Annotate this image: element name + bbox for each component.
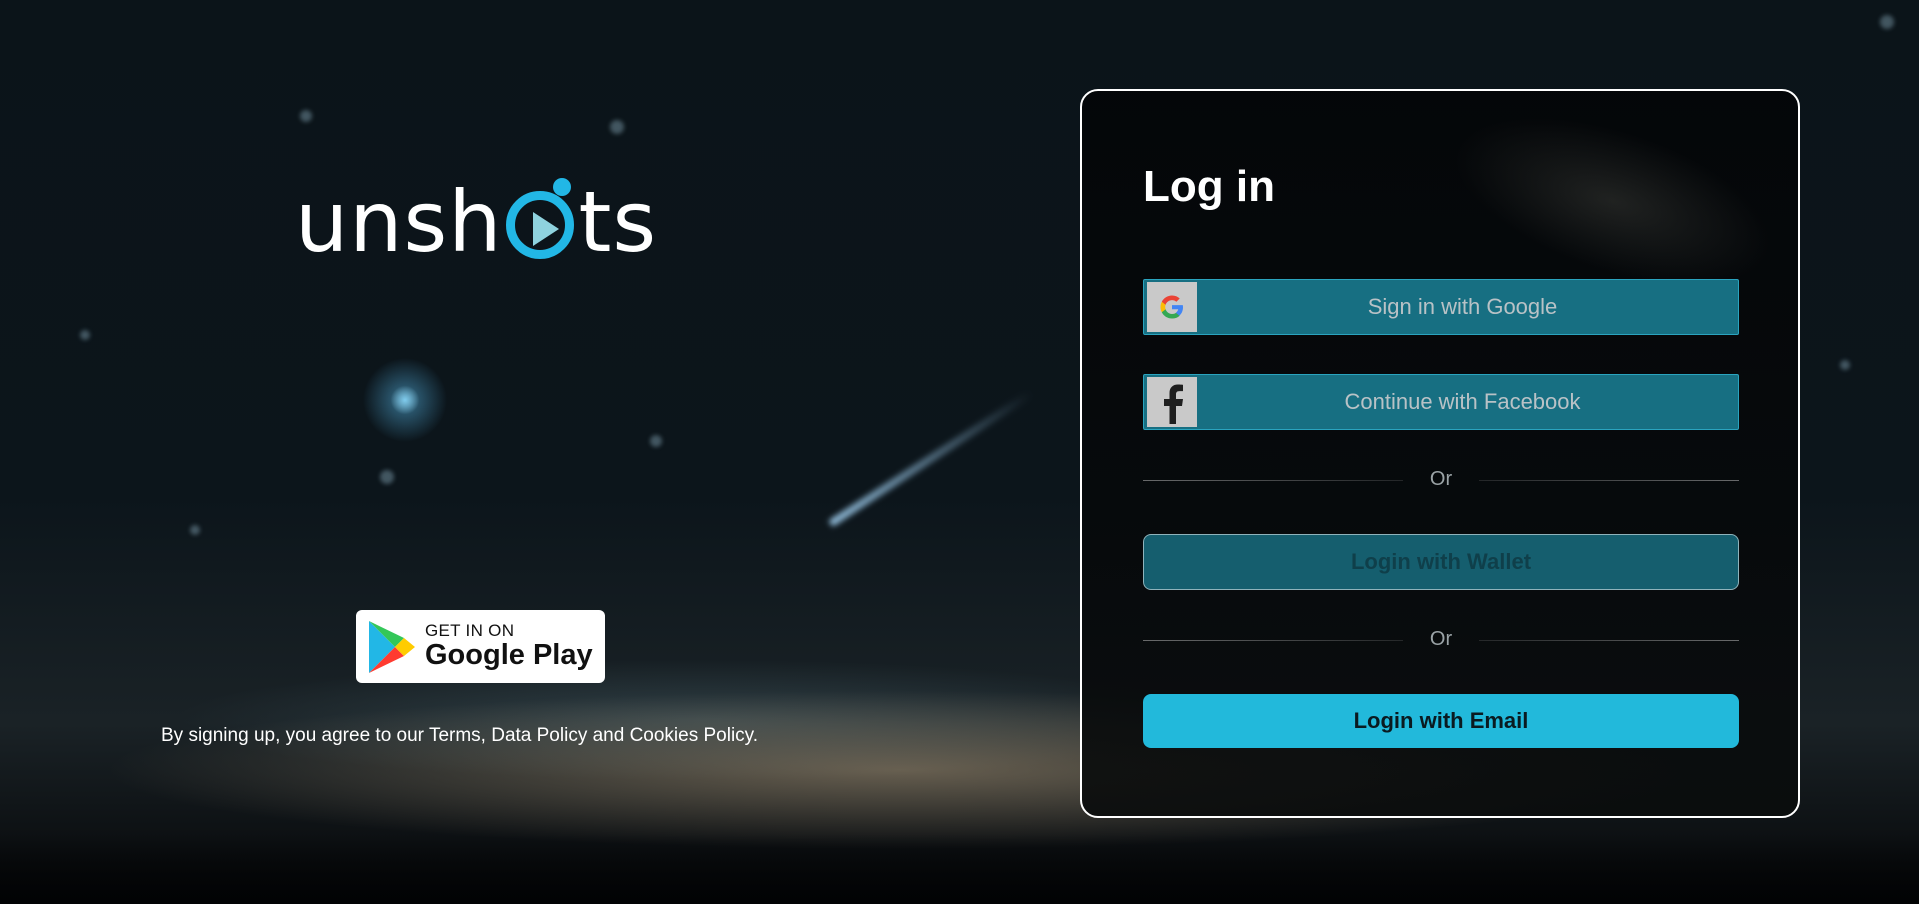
divider-line [1479,640,1739,641]
divider-line [1479,480,1739,481]
background-star [1880,15,1894,29]
facebook-continue-label: Continue with Facebook [1344,389,1581,414]
login-title: Log in [1143,162,1275,211]
logo-text-start: unsh [295,173,503,271]
play-icon [533,212,560,246]
login-panel: Log in Sign in with Google Continue with… [1080,89,1800,818]
wallet-login-button[interactable]: Login with Wallet [1143,534,1739,590]
logo-text-end: ts [578,173,658,271]
background-star [1840,360,1850,370]
logo-dot [553,178,572,196]
background-star [300,110,312,122]
legal-notice: By signing up, you agree to our Terms, D… [161,725,759,746]
google-signin-button[interactable]: Sign in with Google [1143,279,1739,335]
background-star [190,525,200,535]
background-star [380,470,394,484]
background-star [650,435,662,447]
or-divider: Or [1143,468,1739,492]
background-star [610,120,624,134]
badge-small-text: GET IN ON [425,621,515,640]
facebook-f-icon [1147,377,1197,427]
google-play-icon [369,620,415,673]
badge-store-name: Google Play [425,639,593,671]
play-ring-icon [506,178,575,259]
email-login-button[interactable]: Login with Email [1143,694,1739,748]
comet-streak [827,389,1034,528]
or-divider: Or [1143,628,1739,652]
unshots-logo: unsh ts [295,172,657,272]
ground-shade [0,834,1919,904]
facebook-continue-button[interactable]: Continue with Facebook [1143,374,1739,430]
google-play-badge[interactable]: GET IN ON Google Play [356,610,605,683]
google-signin-label: Sign in with Google [1367,294,1558,319]
google-g-icon [1147,282,1197,332]
background-star [80,330,90,340]
